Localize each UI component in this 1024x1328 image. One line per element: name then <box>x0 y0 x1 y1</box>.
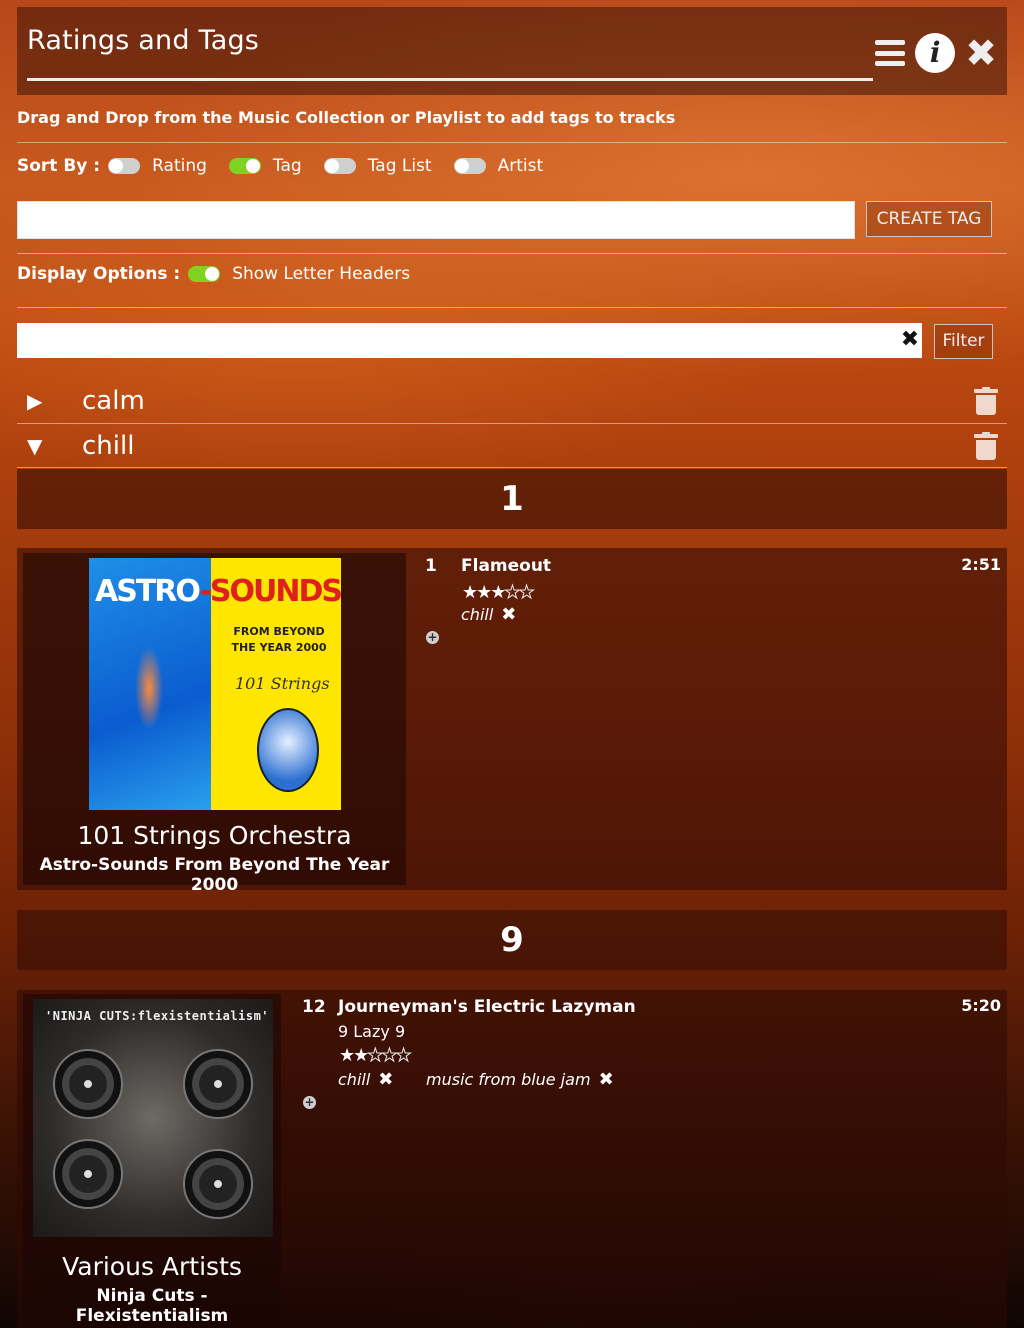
letter-header: 9 <box>17 910 1007 970</box>
sort-rating-toggle[interactable] <box>108 158 141 174</box>
sort-tag-toggle[interactable] <box>228 158 261 174</box>
tag-name: chill <box>82 431 135 461</box>
track-number: 1 <box>425 556 437 576</box>
track-artist: 9 Lazy 9 <box>338 1022 406 1041</box>
info-icon[interactable]: i <box>915 33 956 73</box>
show-letter-headers-label: Show Letter Headers <box>232 264 411 284</box>
rating-stars[interactable]: ★★★★★ <box>462 582 535 604</box>
trash-icon[interactable] <box>974 432 998 460</box>
album-title: Astro-Sounds From Beyond The Year 2000 <box>39 855 390 895</box>
sort-taglist-label: Tag List <box>367 156 432 176</box>
x-icon[interactable]: ✖ <box>501 604 516 625</box>
divider <box>17 253 1007 254</box>
sort-by-label: Sort By : <box>17 156 101 176</box>
x-icon[interactable]: ✖ <box>378 1069 393 1090</box>
sort-by-row: Sort By : Rating Tag Tag List Artist <box>17 153 565 179</box>
plus-circle-icon[interactable]: + <box>303 1096 316 1109</box>
panel-header: Ratings and Tags i ✖ <box>17 7 1007 95</box>
filter-input[interactable]: ✖ <box>17 323 922 358</box>
sort-artist-label: Artist <box>497 156 544 176</box>
header-controls: i ✖ <box>875 33 997 73</box>
plus-circle-icon[interactable]: + <box>426 631 439 644</box>
sort-taglist-toggle[interactable] <box>323 158 356 174</box>
divider <box>17 307 1007 308</box>
hamburger-icon[interactable] <box>875 40 906 66</box>
triangle-down-icon[interactable]: ▼ <box>17 434 82 458</box>
track-title: Flameout <box>461 556 552 576</box>
track-tag: chill ✖ <box>338 1069 394 1090</box>
album-title: Ninja Cuts - Flexistentialism <box>75 1286 229 1326</box>
divider <box>17 467 1007 468</box>
sort-artist-toggle[interactable] <box>453 158 486 174</box>
divider <box>17 142 1007 143</box>
instructions-text: Drag and Drop from the Music Collection … <box>17 108 676 127</box>
album-block: 'NINJA CUTS:flexistentialism' Various Ar… <box>17 990 1007 1328</box>
create-tag-button[interactable]: CREATE TAG <box>866 201 992 237</box>
tag-name: calm <box>82 386 145 416</box>
tag-row-calm[interactable]: ▶ calm <box>17 379 1007 423</box>
track-number: 12 <box>302 997 326 1017</box>
clear-filter-icon[interactable]: ✖ <box>900 329 920 351</box>
display-options-row: Display Options : Show Letter Headers <box>17 264 410 284</box>
close-icon[interactable]: ✖ <box>965 34 997 72</box>
show-letter-headers-toggle[interactable] <box>188 266 221 282</box>
display-options-label: Display Options : <box>17 264 181 284</box>
album-artist: 101 Strings Orchestra <box>77 821 352 850</box>
x-icon[interactable]: ✖ <box>599 1069 614 1090</box>
filter-button[interactable]: Filter <box>934 324 993 359</box>
triangle-right-icon[interactable]: ▶ <box>17 389 82 413</box>
rating-stars[interactable]: ★★★★★ <box>339 1045 412 1067</box>
title-underline <box>27 78 873 81</box>
track-row[interactable]: 12 Journeyman's Electric Lazyman 5:20 9 … <box>17 990 1007 1120</box>
album-artist: Various Artists <box>62 1252 242 1281</box>
trash-icon[interactable] <box>974 387 998 415</box>
page-title: Ratings and Tags <box>27 25 260 56</box>
album-block: ASTRO-SOUNDS FROM BEYOND THE YEAR 2000 1… <box>17 548 1007 895</box>
track-duration: 5:20 <box>961 996 1001 1015</box>
sort-rating-label: Rating <box>152 156 207 176</box>
track-row[interactable]: 1 Flameout 2:51 ★★★★★ chill ✖ + <box>17 548 1007 668</box>
letter-header: 1 <box>17 469 1007 529</box>
track-tag: music from blue jam ✖ <box>426 1069 614 1090</box>
track-duration: 2:51 <box>961 555 1001 574</box>
track-title: Journeyman's Electric Lazyman <box>338 997 636 1017</box>
cover-script: 101 Strings <box>235 674 330 693</box>
new-tag-input[interactable] <box>17 201 855 239</box>
tag-row-chill[interactable]: ▼ chill <box>17 424 1007 468</box>
sort-tag-label: Tag <box>272 156 302 176</box>
track-tag: chill ✖ <box>461 604 517 625</box>
